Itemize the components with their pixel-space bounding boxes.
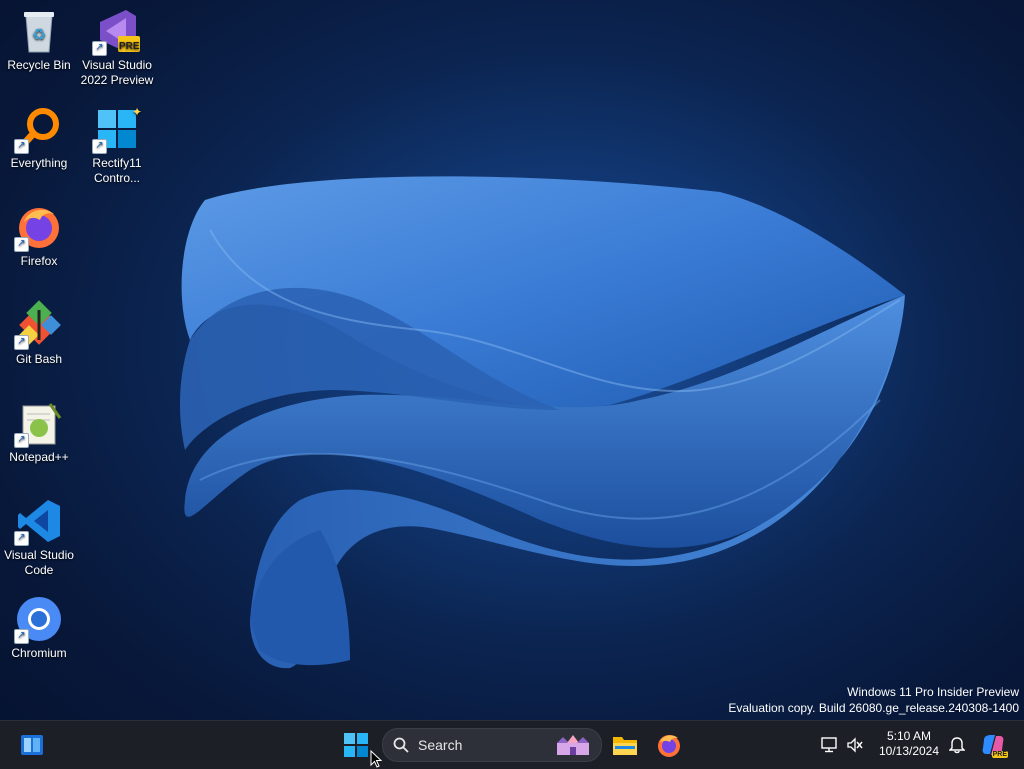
desktop-icon-visual-studio[interactable]: PRE ↗ Visual Studio 2022 Preview — [78, 0, 156, 88]
svg-text:✦: ✦ — [132, 105, 142, 119]
watermark-line-2: Evaluation copy. Build 26080.ge_release.… — [728, 701, 1019, 715]
firefox-taskbar-button[interactable] — [653, 729, 685, 761]
taskbar: Search 5:10 AM 10/13/2024 PRE — [0, 720, 1024, 769]
visual-studio-icon: PRE ↗ — [92, 6, 142, 56]
vscode-icon: ↗ — [14, 496, 64, 546]
firefox-icon — [658, 735, 680, 757]
copilot-button[interactable]: PRE — [978, 721, 1008, 769]
desktop-icon-label: Rectify11 Contro... — [92, 156, 142, 185]
windows-control-icon: ✦ ↗ — [92, 104, 142, 154]
notepad-plus-plus-icon: ↗ — [14, 398, 64, 448]
desktop-icon-notepad-plus-plus[interactable]: ↗ Notepad++ — [0, 392, 78, 465]
desktop-icon-label: Everything — [10, 156, 68, 170]
notifications-button[interactable] — [946, 721, 968, 769]
widgets-icon — [21, 735, 43, 755]
pre-badge: PRE — [119, 41, 140, 52]
desktop-icon-label: Chromium — [11, 646, 67, 660]
clock-time: 5:10 AM — [886, 729, 932, 743]
desktop-icon-vscode[interactable]: ↗ Visual Studio Code — [0, 490, 78, 578]
firefox-icon: ↗ — [14, 202, 64, 252]
clock[interactable]: 5:10 AM 10/13/2024 — [868, 729, 950, 759]
chromium-icon: ↗ — [14, 594, 64, 644]
shortcut-arrow-icon: ↗ — [14, 335, 29, 350]
desktop-icon-label: Firefox — [20, 254, 58, 268]
desktop-icon-label: Recycle Bin — [7, 58, 71, 72]
shortcut-arrow-icon: ↗ — [14, 531, 29, 546]
start-button[interactable] — [340, 729, 372, 761]
shortcut-arrow-icon: ↗ — [14, 629, 29, 644]
desktop-icon-label: Git Bash — [15, 352, 63, 366]
desktop-icon-label: Visual Studio Code — [4, 548, 74, 577]
network-button[interactable] — [818, 721, 840, 769]
recycle-bin-icon: ♻ — [14, 6, 64, 56]
desktop-icon-chromium[interactable]: ↗ Chromium — [0, 588, 78, 661]
mouse-cursor-icon — [370, 750, 383, 768]
clock-date: 10/13/2024 — [878, 744, 940, 758]
desktop-icon-rectify11[interactable]: ✦ ↗ Rectify11 Contro... — [78, 98, 156, 186]
search-icon — [393, 737, 409, 753]
search-placeholder: Search — [418, 737, 463, 753]
watermark-line-1: Windows 11 Pro Insider Preview — [847, 685, 1019, 699]
desktop-icon-label: Visual Studio 2022 Preview — [80, 58, 154, 87]
widgets-button[interactable] — [16, 729, 48, 761]
evaluation-watermark: Windows 11 Pro Insider Preview Evaluatio… — [728, 684, 1019, 716]
desktop-icon-label: Notepad++ — [9, 450, 69, 464]
volume-button[interactable] — [844, 721, 866, 769]
shortcut-arrow-icon: ↗ — [92, 41, 107, 56]
network-icon — [821, 737, 837, 753]
file-explorer-icon — [613, 737, 637, 755]
desktop-icon-git-bash[interactable]: ↗ Git Bash — [0, 294, 78, 367]
file-explorer-button[interactable] — [609, 729, 641, 761]
notification-bell-icon — [949, 737, 965, 754]
start-icon — [344, 733, 368, 757]
shortcut-arrow-icon: ↗ — [14, 433, 29, 448]
desktop-icon-everything[interactable]: ↗ Everything — [0, 98, 78, 171]
everything-search-icon: ↗ — [14, 104, 64, 154]
volume-muted-icon — [847, 737, 863, 753]
shortcut-arrow-icon: ↗ — [92, 139, 107, 154]
copilot-pre-badge: PRE — [991, 751, 1008, 758]
desktop-icon-recycle-bin[interactable]: ♻ Recycle Bin — [0, 0, 78, 73]
search-box[interactable]: Search — [382, 728, 602, 762]
shortcut-arrow-icon: ↗ — [14, 237, 29, 252]
svg-text:♻: ♻ — [32, 27, 46, 44]
search-highlight-icon — [557, 735, 589, 755]
git-icon: ↗ — [14, 300, 64, 350]
desktop-icon-firefox[interactable]: ↗ Firefox — [0, 196, 78, 269]
shortcut-arrow-icon: ↗ — [14, 139, 29, 154]
